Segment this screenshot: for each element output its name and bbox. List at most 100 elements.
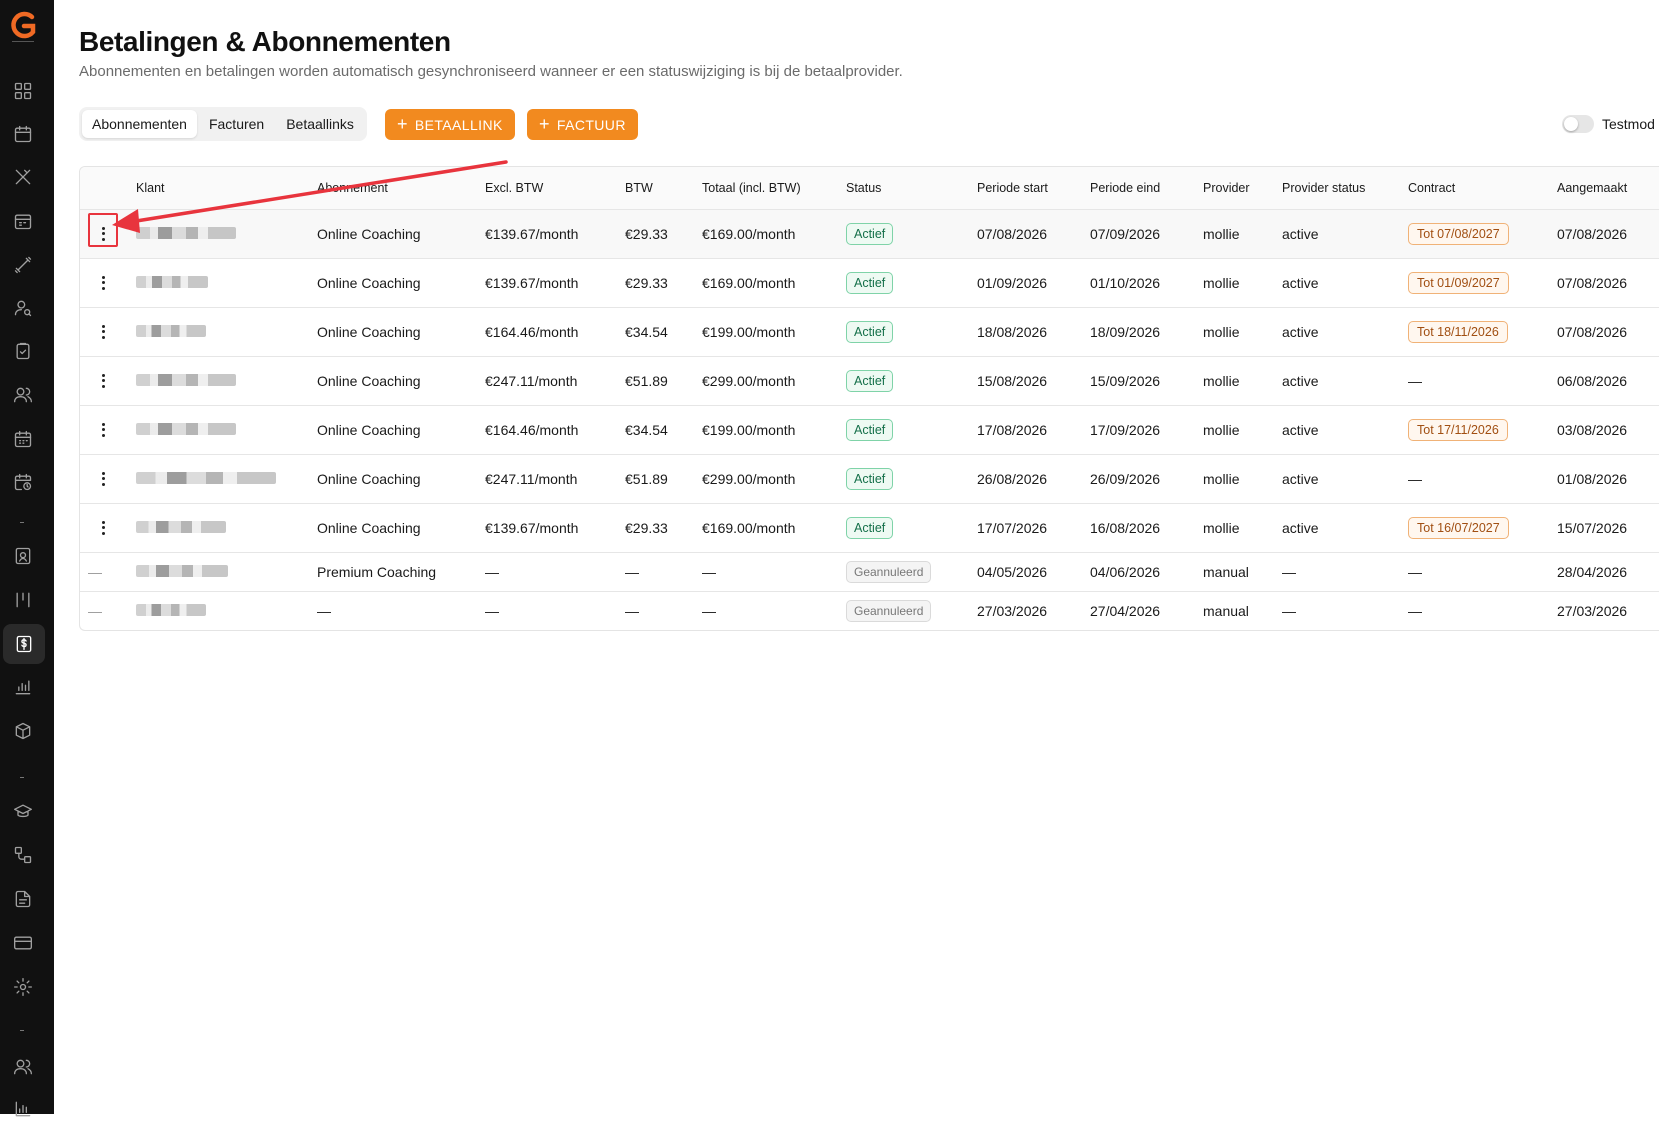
- totaal-cell: €169.00/month: [702, 209, 846, 259]
- user-group-icon[interactable]: [8, 1052, 38, 1082]
- table-row[interactable]: Online Coaching €139.67/month €29.33 €169.0…: [80, 258, 1659, 308]
- table-row[interactable]: Online Coaching €164.46/month €34.54 €199.0…: [80, 307, 1659, 357]
- contract-cell: Tot 17/11/2026: [1408, 405, 1557, 455]
- table-row[interactable]: Online Coaching €139.67/month €29.33 €169.0…: [80, 503, 1659, 553]
- col-abonnement[interactable]: Abonnement: [317, 167, 485, 210]
- col-status[interactable]: Status: [846, 167, 977, 210]
- credit-card-icon[interactable]: [8, 928, 38, 958]
- contract-empty: —: [1408, 470, 1422, 487]
- aangemaakt-cell: 07/08/2026: [1557, 307, 1659, 357]
- abonnement-cell: Online Coaching: [317, 258, 485, 308]
- periode-eind-cell: 16/08/2026: [1090, 503, 1203, 553]
- col-aangemaakt[interactable]: Aangemaakt: [1557, 167, 1659, 210]
- toggle-knob: [1564, 117, 1578, 131]
- more-vertical-icon[interactable]: [96, 324, 110, 339]
- workflow-icon[interactable]: [8, 840, 38, 870]
- table-row[interactable]: — Premium Coaching — — — Geannuleerd 04/05/202…: [80, 552, 1659, 592]
- provider-cell: mollie: [1203, 258, 1282, 308]
- utensils-icon[interactable]: [8, 162, 38, 192]
- new-betaallink-button[interactable]: + BETAALLINK: [385, 109, 515, 140]
- status-cell: Actief: [846, 503, 977, 553]
- more-vertical-icon[interactable]: [96, 373, 110, 388]
- excl-btw-cell: €139.67/month: [485, 209, 625, 259]
- excl-btw-cell: €139.67/month: [485, 503, 625, 553]
- provider-cell: manual: [1203, 602, 1249, 619]
- tab-betaallinks[interactable]: Betaallinks: [276, 110, 364, 138]
- clipboard-check-icon[interactable]: [8, 336, 38, 366]
- tab-facturen[interactable]: Facturen: [199, 110, 274, 138]
- col-totaal[interactable]: Totaal (incl. BTW): [702, 167, 846, 210]
- periode-eind-cell: 07/09/2026: [1090, 209, 1203, 259]
- columns-icon[interactable]: [8, 585, 38, 615]
- col-klant[interactable]: Klant: [126, 167, 317, 210]
- more-vertical-icon[interactable]: [96, 226, 110, 241]
- chart-icon[interactable]: [8, 1094, 38, 1124]
- col-contract[interactable]: Contract: [1408, 167, 1557, 210]
- more-vertical-icon[interactable]: [96, 275, 110, 290]
- dumbbell-icon[interactable]: [8, 250, 38, 280]
- tab-abonnementen[interactable]: Abonnementen: [82, 110, 197, 138]
- abonnement-cell: —: [317, 602, 331, 619]
- btw-cell: €34.54: [625, 405, 702, 455]
- table-row[interactable]: Online Coaching €139.67/month €29.33 €169.0…: [80, 209, 1659, 259]
- dollar-icon[interactable]: [3, 624, 45, 664]
- col-btw[interactable]: BTW: [625, 167, 702, 210]
- provider-cell: mollie: [1203, 503, 1282, 553]
- bar-chart-icon[interactable]: [8, 672, 38, 702]
- provider-status-cell: active: [1282, 454, 1408, 504]
- provider-status-cell: active: [1282, 405, 1408, 455]
- table-row[interactable]: Online Coaching €247.11/month €51.89 €299.0…: [80, 454, 1659, 504]
- table-row[interactable]: Online Coaching €164.46/month €34.54 €199.0…: [80, 405, 1659, 455]
- package-icon[interactable]: [8, 716, 38, 746]
- col-provider-status[interactable]: Provider status: [1282, 167, 1408, 210]
- users-icon[interactable]: [8, 380, 38, 410]
- provider-cell: manual: [1203, 552, 1282, 592]
- calendar-days-icon[interactable]: [8, 424, 38, 454]
- contract-badge: Tot 07/08/2027: [1408, 222, 1509, 245]
- provider-status-cell: —: [1282, 602, 1296, 619]
- more-vertical-icon[interactable]: [96, 422, 110, 437]
- btw-cell: €29.33: [625, 209, 702, 259]
- klant-cell: [126, 591, 317, 630]
- testmode-toggle-wrap: Testmod: [1562, 115, 1655, 133]
- more-vertical-icon[interactable]: [96, 471, 110, 486]
- status-cell: Geannuleerd: [846, 591, 977, 630]
- provider-status-cell: active: [1282, 356, 1408, 406]
- status-badge: Actief: [846, 222, 894, 245]
- table-row[interactable]: Online Coaching €247.11/month €51.89 €299.0…: [80, 356, 1659, 406]
- subscriptions-table: Klant Abonnement Excl. BTW BTW Totaal (i…: [79, 166, 1659, 631]
- calendar-clock-icon[interactable]: [8, 467, 38, 497]
- more-vertical-icon[interactable]: [96, 520, 110, 535]
- dashboard-icon[interactable]: [8, 76, 38, 106]
- totaal-cell: €299.00/month: [702, 454, 846, 504]
- col-periode-eind[interactable]: Periode eind: [1090, 167, 1203, 210]
- status-cell: Actief: [846, 454, 977, 504]
- row-actions-cell: [80, 454, 126, 504]
- calendar-icon[interactable]: [8, 119, 38, 149]
- id-badge-icon[interactable]: [8, 541, 38, 571]
- status-badge: Actief: [846, 467, 894, 490]
- settings-icon[interactable]: [8, 972, 38, 1002]
- testmode-toggle[interactable]: [1562, 115, 1594, 133]
- excl-btw-cell: €247.11/month: [485, 356, 625, 406]
- graduation-cap-icon[interactable]: [8, 796, 38, 826]
- aangemaakt-cell: 03/08/2026: [1557, 405, 1659, 455]
- col-excl-btw[interactable]: Excl. BTW: [485, 167, 625, 210]
- periode-eind-cell: 26/09/2026: [1090, 454, 1203, 504]
- calendar-grid-icon[interactable]: [8, 206, 38, 236]
- klant-cell: [126, 209, 317, 259]
- table-row[interactable]: — — — — — Geannuleerd 27/03/2026 27/04/2026 manu…: [80, 591, 1659, 630]
- no-actions-dash: —: [88, 602, 102, 619]
- app-logo[interactable]: [8, 8, 38, 44]
- document-icon[interactable]: [8, 884, 38, 914]
- provider-cell: mollie: [1203, 307, 1282, 357]
- col-provider[interactable]: Provider: [1203, 167, 1282, 210]
- user-search-icon[interactable]: [8, 293, 38, 323]
- col-periode-start[interactable]: Periode start: [977, 167, 1090, 210]
- aangemaakt-cell: 07/08/2026: [1557, 209, 1659, 259]
- status-cell: Actief: [846, 209, 977, 259]
- periode-eind-cell: 04/06/2026: [1090, 552, 1203, 592]
- contract-cell: —: [1408, 356, 1557, 406]
- new-factuur-button[interactable]: + FACTUUR: [527, 109, 638, 140]
- redacted-client-name: [136, 471, 276, 484]
